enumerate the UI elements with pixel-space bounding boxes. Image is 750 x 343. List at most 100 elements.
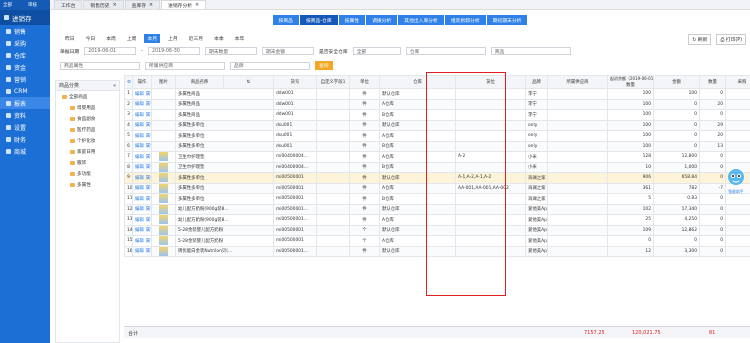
- edit-link[interactable]: 编辑: [135, 92, 144, 97]
- col-location[interactable]: 货位: [455, 75, 526, 89]
- attr-link[interactable]: 属性: [146, 134, 151, 139]
- edit-link[interactable]: 编辑: [135, 144, 144, 149]
- edit-link[interactable]: 编辑: [135, 176, 144, 181]
- attr-link[interactable]: 属性: [146, 92, 151, 97]
- table-row[interactable]: 1编辑属性多属性商品ddw001件默认仓库李宁1001000: [124, 88, 750, 100]
- table-row[interactable]: 5编辑属性 多属性多单位dsu001 件A仓库 only 100020: [124, 130, 750, 142]
- product-thumbnail[interactable]: [159, 236, 168, 246]
- quick-date-6[interactable]: 近三月: [186, 34, 206, 43]
- sidebar-item-2[interactable]: 仓库: [0, 49, 50, 61]
- product-thumbnail[interactable]: [159, 162, 168, 172]
- col-purchase[interactable]: 采购: [725, 75, 750, 89]
- attr-link[interactable]: 属性: [146, 176, 151, 181]
- edit-link[interactable]: 编辑: [135, 113, 144, 118]
- tree-node[interactable]: 母婴用品: [56, 102, 119, 113]
- close-icon[interactable]: ×: [195, 3, 199, 8]
- tree-node[interactable]: 家庭日用: [56, 146, 119, 157]
- edit-link[interactable]: 编辑: [135, 186, 144, 191]
- tab-sales-history[interactable]: 销售历史 ×: [83, 0, 124, 9]
- attr-link[interactable]: 属性: [146, 218, 151, 223]
- attr-link[interactable]: 属性: [146, 144, 151, 149]
- quick-date-5[interactable]: 上月: [165, 34, 181, 43]
- table-row[interactable]: 9编辑属性 多属性多单位mi00500001 件默认仓库A-1,A-2,A-1,A-…: [124, 172, 750, 184]
- tab-analysis[interactable]: 进销存分析 ×: [161, 0, 207, 9]
- product-thumbnail[interactable]: [159, 204, 168, 214]
- tree-node[interactable]: 个护化妆: [56, 135, 119, 146]
- attr-link[interactable]: 属性: [146, 155, 151, 160]
- attr-link[interactable]: 属性: [146, 197, 151, 202]
- tab-stock[interactable]: 查库存 ×: [124, 0, 161, 9]
- col-qty[interactable]: 起初余额（2019-06-01之前）数量: [607, 75, 654, 89]
- table-row[interactable]: 7编辑属性 卫生巾护理垫mi00400004... 件A仓库A-2小米 12812,8…: [124, 151, 750, 163]
- quick-date-8[interactable]: 本年: [232, 34, 248, 43]
- col-qty-2[interactable]: 数量: [699, 75, 726, 89]
- table-row[interactable]: 3编辑属性多属性商品ddw001件B仓库李宁10000: [124, 109, 750, 121]
- edit-link[interactable]: 编辑: [135, 249, 144, 254]
- attr-link[interactable]: 属性: [146, 102, 151, 107]
- subnav-tab-4[interactable]: 其他出入库分析: [398, 15, 444, 25]
- query-button[interactable]: 查询: [315, 61, 333, 70]
- end-amount-select[interactable]: 期末金额: [261, 47, 314, 55]
- sidebar-item-0[interactable]: 销售: [0, 25, 50, 37]
- product-thumbnail[interactable]: [159, 183, 168, 193]
- col-supplier[interactable]: 所属供应商: [547, 75, 608, 89]
- edit-link[interactable]: 编辑: [135, 165, 144, 170]
- tree-node[interactable]: 服饰: [56, 157, 119, 168]
- table-row[interactable]: 13编辑属性 幼儿配方奶粉(900g装8...mi00500001... 件A仓库 爱…: [124, 214, 750, 226]
- edit-link[interactable]: 编辑: [135, 218, 144, 223]
- sidebar-item-7[interactable]: 资料: [0, 109, 50, 121]
- edit-link[interactable]: 编辑: [135, 155, 144, 160]
- attr-link[interactable]: 属性: [146, 207, 151, 212]
- attr-link[interactable]: 属性: [146, 228, 151, 233]
- table-row[interactable]: 2编辑属性 多属性商品ddw001 件A仓库 李宁 100020: [124, 98, 750, 110]
- table-row[interactable]: 10编辑属性 多属性多单位mi00500001 件A仓库AA-001,AA-001,…: [124, 182, 750, 194]
- tree-node[interactable]: 全部商品: [56, 91, 119, 102]
- subnav-tab-0[interactable]: 按商品: [272, 15, 299, 25]
- sidebar-item-6[interactable]: 报表: [0, 97, 50, 109]
- quick-date-1[interactable]: 今日: [83, 34, 99, 43]
- collapse-icon[interactable]: «: [113, 83, 116, 89]
- table-row[interactable]: 16编辑属性 牌优能白金装Nutrilon贝(...mi00500001... 件默…: [124, 245, 750, 257]
- col-unit[interactable]: 单位: [349, 75, 380, 89]
- close-icon[interactable]: ×: [113, 3, 117, 8]
- warehouse-select[interactable]: 仓库: [405, 47, 486, 55]
- col-name-sort[interactable]: ⇅: [223, 75, 274, 89]
- sidebar-item-8[interactable]: 设置: [0, 121, 50, 133]
- col-name[interactable]: 商品名称: [175, 75, 224, 89]
- print-button[interactable]: ⎙ 打印(P): [716, 34, 746, 45]
- product-thumbnail[interactable]: [159, 173, 168, 183]
- end-qty-select[interactable]: 期末数量: [204, 47, 257, 55]
- sidebar-all[interactable]: 全部: [3, 2, 12, 8]
- edit-link[interactable]: 编辑: [135, 134, 144, 139]
- table-row[interactable]: 4编辑属性 多属性多单位dsu001 件默认仓库 only 100029: [124, 119, 750, 131]
- attr-link[interactable]: 属性: [146, 239, 151, 244]
- edit-link[interactable]: 编辑: [135, 197, 144, 202]
- subnav-tab-3[interactable]: 调拨分析: [366, 15, 398, 25]
- table-row[interactable]: 8编辑属性 卫生巾护理垫mi00400004... 件B仓库 小米 101,0000: [124, 161, 750, 173]
- product-input[interactable]: 商品: [490, 47, 571, 55]
- edit-link[interactable]: 编辑: [135, 123, 144, 128]
- tree-node[interactable]: 多功能: [56, 168, 119, 179]
- tree-node[interactable]: 医疗药品: [56, 124, 119, 135]
- supplier-select[interactable]: 所属供应商: [145, 61, 225, 70]
- product-thumbnail[interactable]: [159, 194, 168, 204]
- sidebar-item-3[interactable]: 资金: [0, 61, 50, 73]
- product-thumbnail[interactable]: [159, 246, 168, 256]
- sidebar-item-10[interactable]: 商城: [0, 145, 50, 157]
- subnav-tab-1[interactable]: 按商品-仓库: [299, 15, 338, 25]
- product-thumbnail[interactable]: [159, 152, 168, 162]
- tree-node[interactable]: 食品副食: [56, 113, 119, 124]
- sidebar-item-5[interactable]: CRM: [0, 85, 50, 97]
- attr-link[interactable]: 属性: [146, 249, 151, 254]
- table-row[interactable]: 6编辑属性 多属性多单位dsu001 件B仓库 only 100013: [124, 140, 750, 152]
- edit-link[interactable]: 编辑: [135, 207, 144, 212]
- brand-select[interactable]: 品牌: [230, 61, 310, 70]
- table-row[interactable]: 11编辑属性 多属性多单位mi00500001 件B仓库 海澜之家 50.830: [124, 193, 750, 205]
- product-attr-select[interactable]: 商品属性: [60, 61, 140, 70]
- product-thumbnail[interactable]: [159, 225, 168, 235]
- table-row[interactable]: 12编辑属性 幼儿配方奶粉(900g装8...mi00500001... 件默认仓库…: [124, 203, 750, 215]
- sidebar-audit[interactable]: 审核: [28, 2, 37, 8]
- col-warehouse[interactable]: 仓库: [379, 75, 456, 89]
- edit-link[interactable]: 编辑: [135, 102, 144, 107]
- attr-link[interactable]: 属性: [146, 113, 151, 118]
